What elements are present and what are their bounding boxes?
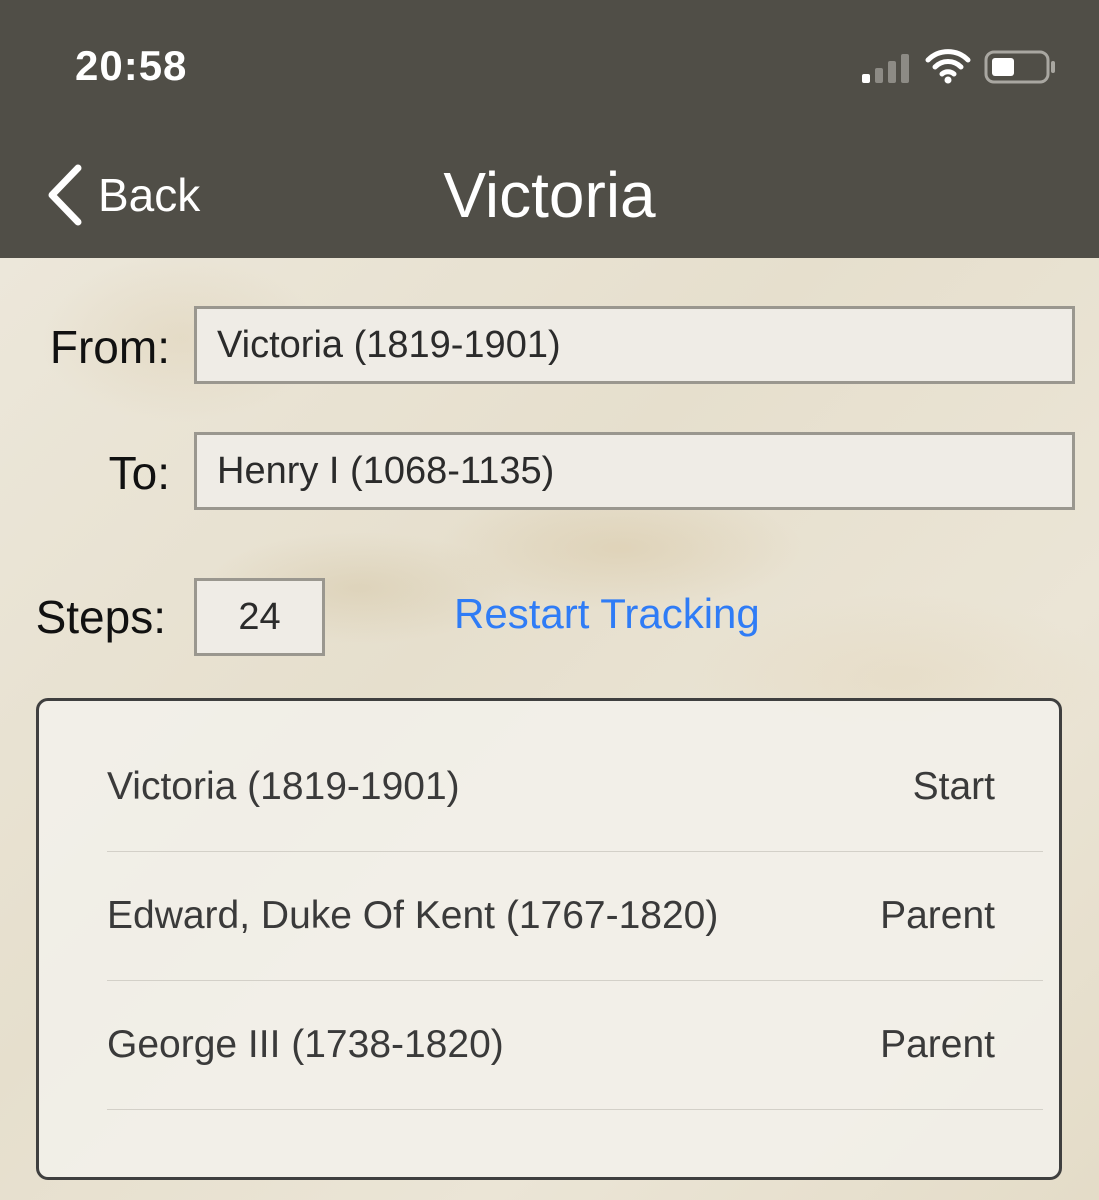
list-item[interactable]: Edward, Duke Of Kent (1767-1820) Parent xyxy=(107,852,1043,981)
relation-label: Start xyxy=(912,765,995,808)
list-item[interactable]: Victoria (1819-1901) Start xyxy=(107,723,1043,852)
steps-label: Steps: xyxy=(35,591,166,643)
to-field[interactable]: Henry I (1068-1135) xyxy=(194,432,1075,510)
to-field-value: Henry I (1068-1135) xyxy=(217,449,555,492)
path-list: Victoria (1819-1901) Start Edward, Duke … xyxy=(36,698,1062,1180)
person-name: George III (1738-1820) xyxy=(107,1023,504,1066)
steps-field-value: 24 xyxy=(238,595,281,638)
person-name: Victoria (1819-1901) xyxy=(107,765,460,808)
cellular-signal-icon xyxy=(862,54,909,83)
from-field[interactable]: Victoria (1819-1901) xyxy=(194,306,1075,384)
steps-field[interactable]: 24 xyxy=(194,578,325,656)
list-item[interactable]: George III (1738-1820) Parent xyxy=(107,981,1043,1110)
relation-label: Parent xyxy=(880,894,995,937)
restart-tracking-button[interactable]: Restart Tracking xyxy=(454,590,760,638)
status-time: 20:58 xyxy=(75,42,188,89)
from-label: From: xyxy=(49,321,170,373)
person-name: Edward, Duke Of Kent (1767-1820) xyxy=(107,894,719,937)
to-label: To: xyxy=(108,447,170,499)
from-field-value: Victoria (1819-1901) xyxy=(217,323,561,366)
relation-label: Parent xyxy=(880,1023,995,1066)
wifi-icon xyxy=(925,49,971,84)
page-title: Victoria xyxy=(443,159,656,231)
battery-icon xyxy=(984,50,1055,84)
header-bar: 20:58 Back Victoria xyxy=(0,0,1099,258)
